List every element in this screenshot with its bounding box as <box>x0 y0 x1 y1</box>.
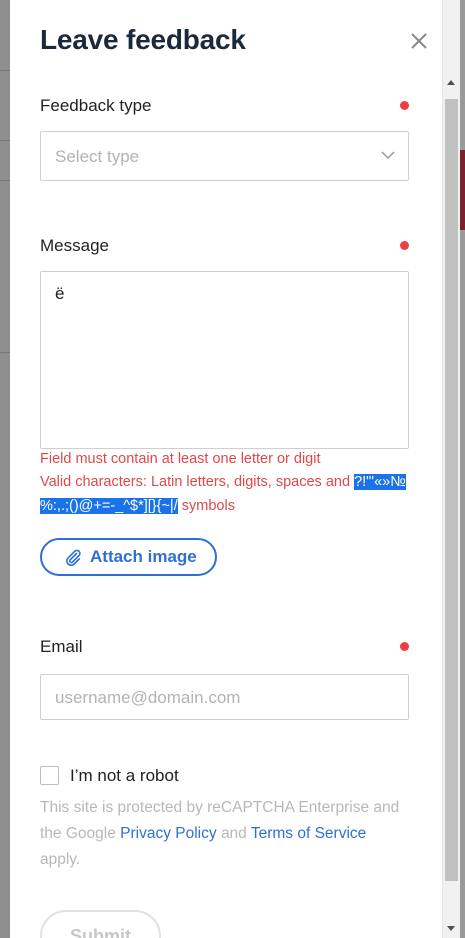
message-value: ё <box>55 284 65 303</box>
feedback-type-placeholder: Select type <box>55 147 140 166</box>
error-highlighted-symbols: ?!"'«»№ <box>354 474 406 490</box>
message-error-characters-cont: %:,.;()@+=-_^$*][}{~|/ symbols <box>40 495 235 518</box>
paperclip-icon <box>66 549 81 566</box>
feedback-type-select[interactable]: Select type <box>40 131 409 181</box>
modal-title: Leave feedback <box>40 24 246 55</box>
not-robot-checkbox[interactable] <box>40 766 59 785</box>
chevron-down-icon <box>381 151 395 160</box>
recaptcha-notice: This site is protected by reCAPTCHA Ente… <box>40 795 410 873</box>
scroll-thumb[interactable] <box>445 99 458 881</box>
error-text-prefix: Valid characters: Latin letters, digits,… <box>40 474 351 490</box>
message-error-empty: Field must contain at least one letter o… <box>40 451 321 467</box>
email-placeholder: username@domain.com <box>55 688 241 707</box>
modal-scrollbar[interactable] <box>442 0 460 938</box>
message-label: Message <box>40 236 109 255</box>
message-textarea[interactable]: ё <box>40 271 409 449</box>
feedback-modal: Leave feedback Feedback type Select type… <box>10 0 442 938</box>
submit-button[interactable]: Submit <box>40 910 161 938</box>
bg-divider <box>0 180 10 181</box>
bg-divider <box>0 70 10 71</box>
required-indicator <box>400 642 409 651</box>
recaptcha-and: and <box>220 825 247 842</box>
required-indicator <box>400 241 409 250</box>
attach-image-label: Attach image <box>90 547 197 566</box>
scroll-up-arrow-icon[interactable] <box>447 80 455 85</box>
terms-of-service-link[interactable]: Terms of Service <box>251 825 366 842</box>
message-error-characters: Valid characters: Latin letters, digits,… <box>40 471 406 494</box>
scroll-down-arrow-icon[interactable] <box>447 926 455 931</box>
not-robot-label: I’m not a robot <box>70 766 179 785</box>
attach-image-button[interactable]: Attach image <box>40 538 217 576</box>
feedback-type-label: Feedback type <box>40 96 152 115</box>
email-field[interactable]: username@domain.com <box>40 674 409 720</box>
error-text-suffix: symbols <box>181 498 235 514</box>
bg-accent-mark <box>460 150 465 230</box>
bg-divider <box>0 140 10 141</box>
bg-divider <box>0 352 10 353</box>
privacy-policy-link[interactable]: Privacy Policy <box>120 825 216 842</box>
email-label: Email <box>40 637 83 656</box>
recaptcha-apply: apply. <box>40 851 81 868</box>
error-highlighted-symbols: %:,.;()@+=-_^$*][}{~|/ <box>40 498 178 514</box>
close-icon[interactable] <box>408 30 430 52</box>
required-indicator <box>400 101 409 110</box>
